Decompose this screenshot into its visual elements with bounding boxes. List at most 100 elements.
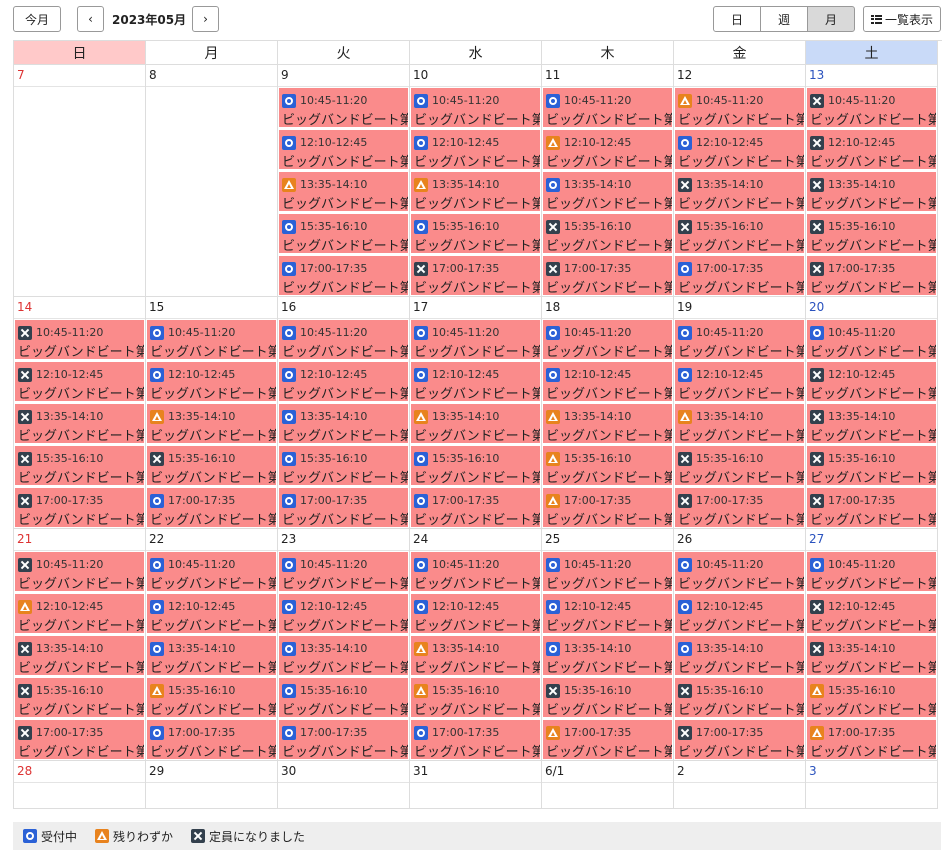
event-slot[interactable]: 10:45-11:20 ビッグバンドビート第 — [411, 88, 540, 127]
event-slot[interactable]: 12:10-12:45 ビッグバンドビート第 — [147, 362, 276, 401]
event-slot[interactable]: 17:00-17:35 ビッグバンドビート第 — [15, 720, 144, 759]
calendar-day[interactable]: 30 — [278, 761, 410, 809]
event-slot[interactable]: 15:35-16:10 ビッグバンドビート第 — [411, 678, 540, 717]
calendar-day[interactable]: 11 10:45-11:20 ビッグバンドビート第 12:10-12:45 ビッグバンド… — [542, 65, 674, 297]
event-slot[interactable]: 10:45-11:20 ビッグバンドビート第 — [807, 88, 936, 127]
event-slot[interactable]: 13:35-14:10 ビッグバンドビート第 — [675, 636, 804, 675]
event-slot[interactable]: 13:35-14:10 ビッグバンドビート第 — [411, 636, 540, 675]
event-slot[interactable]: 10:45-11:20 ビッグバンドビート第 — [279, 320, 408, 359]
event-slot[interactable]: 17:00-17:35 ビッグバンドビート第 — [543, 488, 672, 527]
event-slot[interactable]: 12:10-12:45 ビッグバンドビート第 — [543, 362, 672, 401]
event-slot[interactable]: 10:45-11:20 ビッグバンドビート第 — [279, 88, 408, 127]
event-slot[interactable]: 10:45-11:20 ビッグバンドビート第 — [675, 552, 804, 591]
event-slot[interactable]: 13:35-14:10 ビッグバンドビート第 — [675, 404, 804, 443]
event-slot[interactable]: 15:35-16:10 ビッグバンドビート第 — [543, 678, 672, 717]
calendar-day[interactable]: 10 10:45-11:20 ビッグバンドビート第 12:10-12:45 ビッグバンド… — [410, 65, 542, 297]
event-slot[interactable]: 13:35-14:10 ビッグバンドビート第 — [15, 636, 144, 675]
event-slot[interactable]: 13:35-14:10 ビッグバンドビート第 — [543, 172, 672, 211]
day-view-button[interactable]: 日 — [713, 6, 761, 32]
event-slot[interactable]: 17:00-17:35 ビッグバンドビート第 — [279, 256, 408, 295]
calendar-day[interactable]: 15 10:45-11:20 ビッグバンドビート第 12:10-12:45 ビッグバンド… — [146, 297, 278, 529]
event-slot[interactable]: 10:45-11:20 ビッグバンドビート第 — [807, 320, 936, 359]
event-slot[interactable]: 17:00-17:35 ビッグバンドビート第 — [147, 488, 276, 527]
event-slot[interactable]: 13:35-14:10 ビッグバンドビート第 — [279, 636, 408, 675]
event-slot[interactable]: 13:35-14:10 ビッグバンドビート第 — [147, 636, 276, 675]
event-slot[interactable]: 13:35-14:10 ビッグバンドビート第 — [807, 636, 936, 675]
event-slot[interactable]: 17:00-17:35 ビッグバンドビート第 — [411, 720, 540, 759]
calendar-day[interactable]: 13 10:45-11:20 ビッグバンドビート第 12:10-12:45 ビッグバンド… — [806, 65, 938, 297]
calendar-day[interactable]: 19 10:45-11:20 ビッグバンドビート第 12:10-12:45 ビッグバンド… — [674, 297, 806, 529]
calendar-day[interactable]: 27 10:45-11:20 ビッグバンドビート第 12:10-12:45 ビッグバンド… — [806, 529, 938, 761]
event-slot[interactable]: 15:35-16:10 ビッグバンドビート第 — [147, 678, 276, 717]
event-slot[interactable]: 15:35-16:10 ビッグバンドビート第 — [675, 214, 804, 253]
event-slot[interactable]: 17:00-17:35 ビッグバンドビート第 — [543, 256, 672, 295]
event-slot[interactable]: 17:00-17:35 ビッグバンドビート第 — [279, 488, 408, 527]
event-slot[interactable]: 17:00-17:35 ビッグバンドビート第 — [675, 488, 804, 527]
event-slot[interactable]: 12:10-12:45 ビッグバンドビート第 — [411, 130, 540, 169]
calendar-day[interactable]: 28 — [14, 761, 146, 809]
event-slot[interactable]: 15:35-16:10 ビッグバンドビート第 — [15, 446, 144, 485]
event-slot[interactable]: 17:00-17:35 ビッグバンドビート第 — [543, 720, 672, 759]
event-slot[interactable]: 15:35-16:10 ビッグバンドビート第 — [675, 446, 804, 485]
calendar-day[interactable]: 17 10:45-11:20 ビッグバンドビート第 12:10-12:45 ビッグバンド… — [410, 297, 542, 529]
event-slot[interactable]: 10:45-11:20 ビッグバンドビート第 — [675, 320, 804, 359]
next-month-button[interactable]: › — [192, 6, 219, 32]
event-slot[interactable]: 10:45-11:20 ビッグバンドビート第 — [411, 320, 540, 359]
event-slot[interactable]: 17:00-17:35 ビッグバンドビート第 — [675, 720, 804, 759]
event-slot[interactable]: 15:35-16:10 ビッグバンドビート第 — [411, 446, 540, 485]
calendar-day[interactable]: 18 10:45-11:20 ビッグバンドビート第 12:10-12:45 ビッグバンド… — [542, 297, 674, 529]
event-slot[interactable]: 10:45-11:20 ビッグバンドビート第 — [543, 88, 672, 127]
event-slot[interactable]: 15:35-16:10 ビッグバンドビート第 — [543, 446, 672, 485]
event-slot[interactable]: 12:10-12:45 ビッグバンドビート第 — [15, 594, 144, 633]
calendar-day[interactable]: 26 10:45-11:20 ビッグバンドビート第 12:10-12:45 ビッグバンド… — [674, 529, 806, 761]
calendar-day[interactable]: 16 10:45-11:20 ビッグバンドビート第 12:10-12:45 ビッグバンド… — [278, 297, 410, 529]
event-slot[interactable]: 12:10-12:45 ビッグバンドビート第 — [807, 362, 936, 401]
event-slot[interactable]: 15:35-16:10 ビッグバンドビート第 — [279, 214, 408, 253]
calendar-day[interactable]: 14 10:45-11:20 ビッグバンドビート第 12:10-12:45 ビッグバンド… — [14, 297, 146, 529]
event-slot[interactable]: 12:10-12:45 ビッグバンドビート第 — [15, 362, 144, 401]
event-slot[interactable]: 10:45-11:20 ビッグバンドビート第 — [147, 320, 276, 359]
event-slot[interactable]: 13:35-14:10 ビッグバンドビート第 — [807, 404, 936, 443]
calendar-day[interactable]: 6/1 — [542, 761, 674, 809]
event-slot[interactable]: 10:45-11:20 ビッグバンドビート第 — [15, 552, 144, 591]
event-slot[interactable]: 17:00-17:35 ビッグバンドビート第 — [15, 488, 144, 527]
event-slot[interactable]: 13:35-14:10 ビッグバンドビート第 — [147, 404, 276, 443]
event-slot[interactable]: 13:35-14:10 ビッグバンドビート第 — [279, 172, 408, 211]
event-slot[interactable]: 13:35-14:10 ビッグバンドビート第 — [411, 404, 540, 443]
event-slot[interactable]: 13:35-14:10 ビッグバンドビート第 — [543, 404, 672, 443]
calendar-day[interactable]: 23 10:45-11:20 ビッグバンドビート第 12:10-12:45 ビッグバンド… — [278, 529, 410, 761]
calendar-day[interactable]: 7 — [14, 65, 146, 297]
event-slot[interactable]: 15:35-16:10 ビッグバンドビート第 — [675, 678, 804, 717]
event-slot[interactable]: 12:10-12:45 ビッグバンドビート第 — [411, 594, 540, 633]
event-slot[interactable]: 12:10-12:45 ビッグバンドビート第 — [147, 594, 276, 633]
calendar-day[interactable]: 8 — [146, 65, 278, 297]
this-month-button[interactable]: 今月 — [13, 6, 61, 32]
calendar-day[interactable]: 12 10:45-11:20 ビッグバンドビート第 12:10-12:45 ビッグバンド… — [674, 65, 806, 297]
event-slot[interactable]: 10:45-11:20 ビッグバンドビート第 — [543, 552, 672, 591]
event-slot[interactable]: 12:10-12:45 ビッグバンドビート第 — [543, 594, 672, 633]
event-slot[interactable]: 15:35-16:10 ビッグバンドビート第 — [147, 446, 276, 485]
event-slot[interactable]: 12:10-12:45 ビッグバンドビート第 — [411, 362, 540, 401]
calendar-day[interactable]: 9 10:45-11:20 ビッグバンドビート第 12:10-12:45 ビッグバンドビ… — [278, 65, 410, 297]
event-slot[interactable]: 10:45-11:20 ビッグバンドビート第 — [15, 320, 144, 359]
calendar-day[interactable]: 21 10:45-11:20 ビッグバンドビート第 12:10-12:45 ビッグバンド… — [14, 529, 146, 761]
event-slot[interactable]: 10:45-11:20 ビッグバンドビート第 — [147, 552, 276, 591]
event-slot[interactable]: 12:10-12:45 ビッグバンドビート第 — [675, 362, 804, 401]
event-slot[interactable]: 15:35-16:10 ビッグバンドビート第 — [411, 214, 540, 253]
event-slot[interactable]: 10:45-11:20 ビッグバンドビート第 — [675, 88, 804, 127]
event-slot[interactable]: 15:35-16:10 ビッグバンドビート第 — [279, 678, 408, 717]
prev-month-button[interactable]: ‹ — [77, 6, 104, 32]
event-slot[interactable]: 12:10-12:45 ビッグバンドビート第 — [675, 130, 804, 169]
calendar-day[interactable]: 24 10:45-11:20 ビッグバンドビート第 12:10-12:45 ビッグバンド… — [410, 529, 542, 761]
event-slot[interactable]: 15:35-16:10 ビッグバンドビート第 — [807, 678, 936, 717]
event-slot[interactable]: 12:10-12:45 ビッグバンドビート第 — [807, 594, 936, 633]
calendar-day[interactable]: 25 10:45-11:20 ビッグバンドビート第 12:10-12:45 ビッグバンド… — [542, 529, 674, 761]
event-slot[interactable]: 12:10-12:45 ビッグバンドビート第 — [279, 130, 408, 169]
event-slot[interactable]: 17:00-17:35 ビッグバンドビート第 — [807, 488, 936, 527]
event-slot[interactable]: 12:10-12:45 ビッグバンドビート第 — [279, 362, 408, 401]
calendar-day[interactable]: 31 — [410, 761, 542, 809]
event-slot[interactable]: 10:45-11:20 ビッグバンドビート第 — [807, 552, 936, 591]
event-slot[interactable]: 17:00-17:35 ビッグバンドビート第 — [411, 488, 540, 527]
event-slot[interactable]: 12:10-12:45 ビッグバンドビート第 — [543, 130, 672, 169]
event-slot[interactable]: 13:35-14:10 ビッグバンドビート第 — [543, 636, 672, 675]
